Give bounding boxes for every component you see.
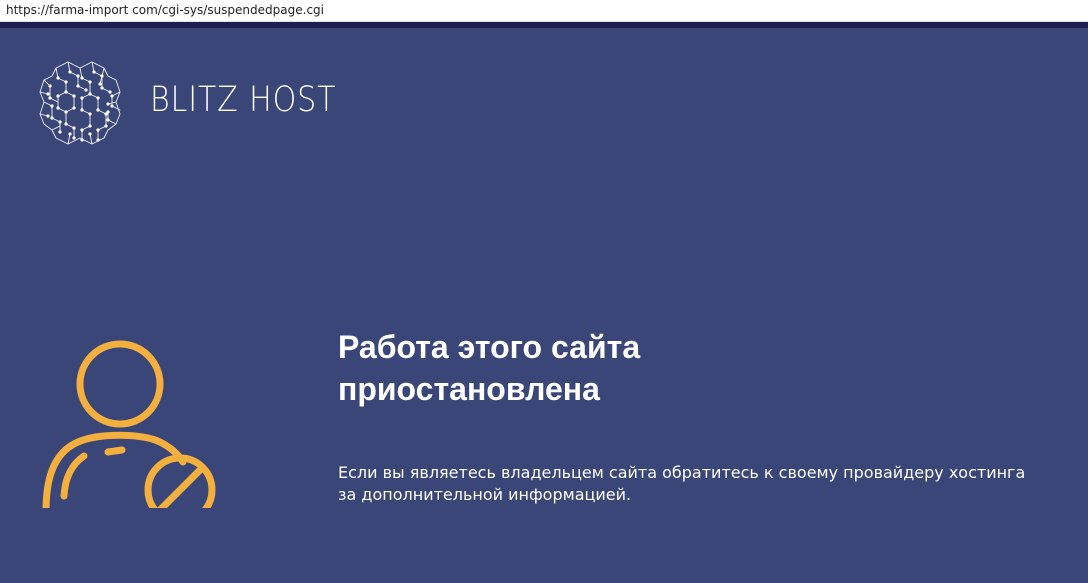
message-line-2: за дополнительной информацией.: [338, 485, 632, 504]
brand-name: BLITZ HOST: [150, 80, 337, 120]
suspension-message: Если вы являетесь владельцем сайта обрат…: [338, 462, 1038, 506]
user-blocked-icon: [42, 340, 216, 508]
message-line-1: Если вы являетесь владельцем сайта обрат…: [338, 463, 1026, 482]
page-title-line-2: приостановлена: [338, 371, 600, 407]
address-url[interactable]: https://farma-import com/cgi-sys/suspend…: [6, 3, 324, 17]
browser-address-bar[interactable]: https://farma-import com/cgi-sys/suspend…: [0, 0, 1088, 22]
page-title-line-1: Работа этого сайта: [338, 329, 641, 365]
brain-circuit-icon: [39, 61, 121, 145]
page-title: Работа этого сайта приостановлена: [338, 326, 958, 410]
